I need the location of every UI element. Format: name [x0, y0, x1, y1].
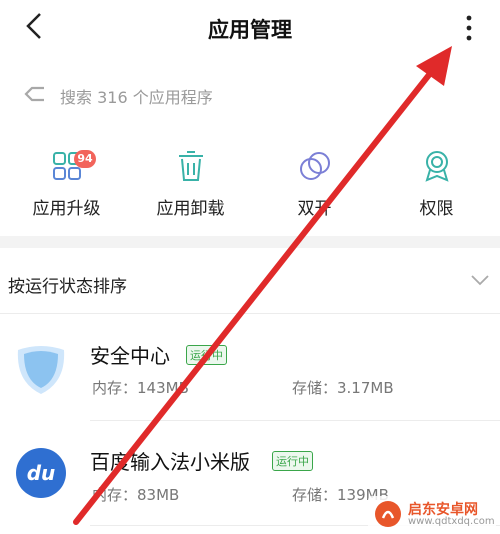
- shield-icon: [17, 346, 65, 394]
- app-uninstall-button[interactable]: 应用卸载: [128, 150, 253, 220]
- divider: [0, 313, 500, 314]
- search-back-icon: [24, 86, 44, 102]
- dual-apps-button[interactable]: 双开: [252, 150, 377, 220]
- list-item[interactable]: 安全中心 运行中 内存：143MB 存储：3.17MB: [0, 320, 500, 420]
- watermark-url: www.qdtxdq.com: [408, 516, 495, 527]
- update-count-badge: 94: [74, 150, 96, 168]
- divider: [90, 420, 500, 421]
- app-upgrade-label: 应用升级: [32, 199, 101, 219]
- section-divider: [0, 236, 500, 248]
- storage-usage: 存储：3.17MB: [292, 379, 394, 397]
- permissions-button[interactable]: 权限: [374, 150, 499, 220]
- app-name: 百度输入法小米版: [90, 450, 250, 474]
- badge-ribbon-icon: [425, 151, 449, 182]
- more-options-button[interactable]: [454, 10, 484, 46]
- trash-icon: [179, 151, 203, 181]
- dual-circles-icon: [300, 152, 330, 180]
- dual-apps-label: 双开: [297, 199, 332, 219]
- page-title: 应用管理: [208, 18, 292, 42]
- memory-usage: 内存：143MB: [92, 379, 189, 397]
- du-logo-icon: du: [16, 448, 66, 498]
- svg-text:du: du: [27, 461, 56, 485]
- more-vertical-icon: [466, 15, 472, 41]
- chevron-down-icon[interactable]: [470, 272, 490, 290]
- watermark-logo-icon: [375, 501, 401, 527]
- app-name: 安全中心: [90, 344, 170, 368]
- memory-usage: 内存：83MB: [92, 486, 180, 504]
- app-uninstall-label: 应用卸载: [156, 199, 225, 219]
- app-upgrade-button[interactable]: 应用升级: [4, 150, 129, 220]
- status-badge: 运行中: [186, 345, 227, 365]
- permissions-label: 权限: [419, 199, 454, 219]
- search-placeholder: 搜索 316 个应用程序: [60, 88, 213, 107]
- status-badge: 运行中: [272, 451, 313, 471]
- sort-dropdown[interactable]: 按运行状态排序: [8, 272, 127, 297]
